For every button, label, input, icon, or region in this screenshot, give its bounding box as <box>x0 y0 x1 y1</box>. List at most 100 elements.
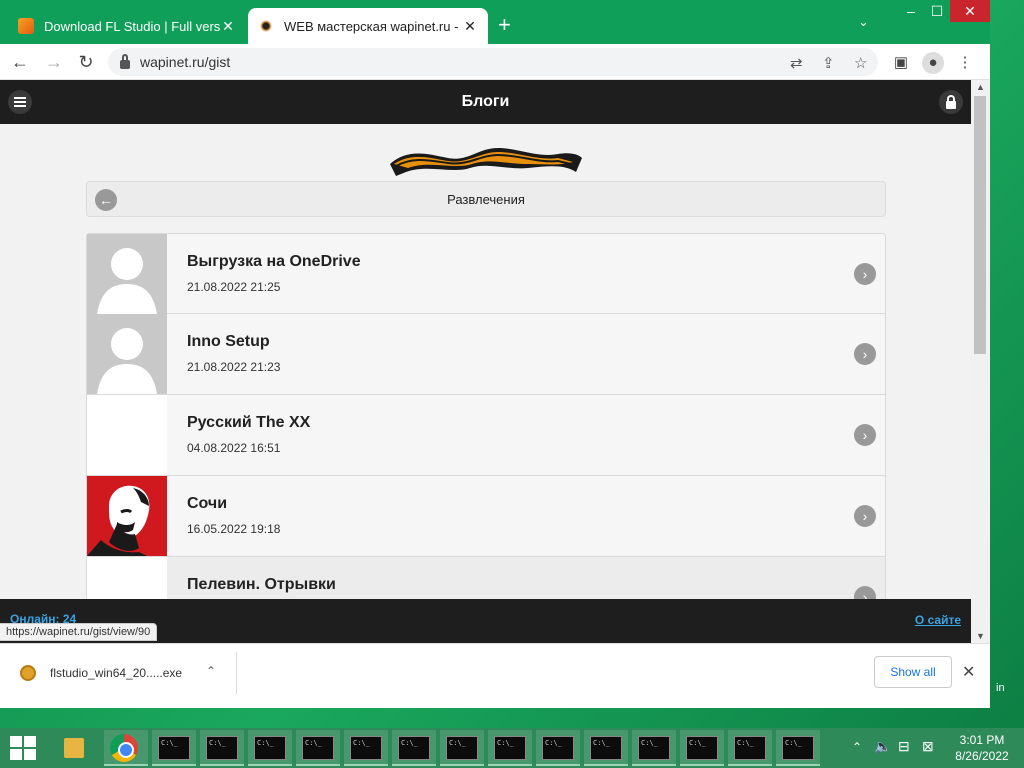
show-hidden-icons-chevron-icon[interactable]: ⌃ <box>852 740 862 768</box>
share-icon[interactable]: ⇪ <box>822 54 835 72</box>
clock-time: 3:01 PM <box>959 733 1005 747</box>
cmd-label: C:\_ <box>686 736 718 760</box>
page-scrollbar[interactable]: ▲ ▼ <box>971 80 990 643</box>
fl-studio-favicon-icon <box>18 18 34 34</box>
file-explorer-icon[interactable] <box>52 730 96 766</box>
chrome-taskbar-icon[interactable] <box>104 730 148 766</box>
clock-date: 8/26/2022 <box>955 749 1009 763</box>
scroll-down-icon[interactable]: ▼ <box>976 631 985 641</box>
scroll-thumb[interactable] <box>974 96 986 354</box>
cmd-window-icon[interactable]: C:\_ <box>392 730 436 766</box>
forward-arrow-icon[interactable]: → <box>42 50 66 74</box>
download-file-name[interactable]: flstudio_win64_20.....exe <box>50 666 182 680</box>
cmd-label: C:\_ <box>254 736 286 760</box>
st-george-ribbon-icon <box>390 148 582 176</box>
site-header: Блоги <box>0 80 971 124</box>
bookmark-star-icon[interactable]: ☆ <box>854 54 867 72</box>
post-title: Сочи <box>187 495 228 512</box>
wapinet-favicon-icon <box>258 18 274 34</box>
list-item[interactable]: Inno Setup 21.08.2022 21:23 › <box>86 314 886 395</box>
post-date: 21.08.2022 21:25 <box>187 280 281 294</box>
desktop-icon-label: in <box>996 682 1005 694</box>
scroll-up-icon[interactable]: ▲ <box>976 82 985 92</box>
cmd-label: C:\_ <box>734 736 766 760</box>
cmd-window-icon[interactable]: C:\_ <box>296 730 340 766</box>
tab-wapinet[interactable]: WEB мастерская wapinet.ru - Бл ✕ <box>248 8 488 44</box>
cmd-window-icon[interactable]: C:\_ <box>728 730 772 766</box>
cmd-window-icon[interactable]: C:\_ <box>440 730 484 766</box>
profile-avatar-icon[interactable]: ● <box>922 52 944 74</box>
side-panel-icon[interactable]: ▣ <box>890 52 912 74</box>
post-date: 21.08.2022 21:23 <box>187 360 281 374</box>
chevron-right-icon[interactable]: › <box>854 505 876 527</box>
post-title: Русский The XX <box>187 414 311 431</box>
download-bar: flstudio_win64_20.....exe ⌃ Show all ✕ <box>0 643 990 708</box>
cmd-label: C:\_ <box>542 736 574 760</box>
cmd-label: C:\_ <box>638 736 670 760</box>
cmd-window-icon[interactable]: C:\_ <box>680 730 724 766</box>
avatar <box>87 234 167 314</box>
taskbar-clock[interactable]: 3:01 PM 8/26/2022 <box>952 732 1012 764</box>
category-bar: ← Развлечения <box>86 181 886 217</box>
page-title: Блоги <box>461 93 510 110</box>
cmd-label: C:\_ <box>302 736 334 760</box>
installer-file-icon <box>20 665 36 681</box>
divider <box>236 652 237 694</box>
lenin-portrait-avatar <box>87 476 167 556</box>
maximize-button[interactable]: ☐ <box>922 0 952 22</box>
status-bar-url: https://wapinet.ru/gist/view/90 <box>0 623 158 641</box>
post-date: 04.08.2022 16:51 <box>187 441 281 455</box>
close-tab-icon[interactable]: ✕ <box>462 18 478 35</box>
category-title: Развлечения <box>447 192 525 207</box>
address-bar[interactable]: wapinet.ru/gist ⇄ ⇪ ☆ <box>108 48 878 76</box>
cmd-window-icon[interactable]: C:\_ <box>632 730 676 766</box>
cmd-label: C:\_ <box>206 736 238 760</box>
cmd-label: C:\_ <box>782 736 814 760</box>
post-title: Пелевин. Отрывки <box>187 576 336 593</box>
avatar <box>87 314 167 394</box>
chevron-right-icon[interactable]: › <box>854 343 876 365</box>
cmd-window-icon[interactable]: C:\_ <box>248 730 292 766</box>
url-text: wapinet.ru/gist <box>140 54 231 70</box>
tab-fl-studio[interactable]: Download FL Studio | Full versio ✕ <box>8 8 246 44</box>
cmd-window-icon[interactable]: C:\_ <box>584 730 628 766</box>
network-disconnected-icon[interactable]: ⊠ <box>922 738 934 768</box>
post-title: Inno Setup <box>187 333 270 350</box>
cmd-label: C:\_ <box>158 736 190 760</box>
chevron-right-icon[interactable]: › <box>854 424 876 446</box>
cmd-window-icon[interactable]: C:\_ <box>488 730 532 766</box>
chevron-right-icon[interactable]: › <box>854 263 876 285</box>
login-lock-icon[interactable] <box>939 90 963 114</box>
show-all-button[interactable]: Show all <box>874 656 952 688</box>
windows-start-icon[interactable] <box>10 736 38 760</box>
cmd-label: C:\_ <box>350 736 382 760</box>
close-tab-icon[interactable]: ✕ <box>220 18 236 35</box>
list-item[interactable]: Выгрузка на OneDrive 21.08.2022 21:25 › <box>86 233 886 314</box>
tab-search-chevron-icon[interactable]: ⌄ <box>858 14 869 30</box>
list-item[interactable]: Сочи 16.05.2022 19:18 › <box>86 476 886 557</box>
back-arrow-icon[interactable]: ← <box>8 50 32 74</box>
address-toolbar: ← → ↻ wapinet.ru/gist ⇄ ⇪ ☆ ▣ ● ⋮ <box>0 44 990 80</box>
about-link[interactable]: О сайте <box>915 613 961 627</box>
new-tab-button[interactable]: + <box>498 13 511 37</box>
cmd-label: C:\_ <box>398 736 430 760</box>
reload-icon[interactable]: ↻ <box>74 50 98 74</box>
translate-icon[interactable]: ⇄ <box>790 54 803 72</box>
close-window-button[interactable]: ✕ <box>950 0 990 22</box>
volume-muted-icon[interactable]: 🔈 <box>874 738 891 768</box>
cmd-window-icon[interactable]: C:\_ <box>200 730 244 766</box>
page-viewport: Блоги ← Развлечения Выгрузка на OneDrive… <box>0 80 971 643</box>
cmd-window-icon[interactable]: C:\_ <box>344 730 388 766</box>
close-download-bar-icon[interactable]: ✕ <box>962 662 975 682</box>
chevron-up-icon[interactable]: ⌃ <box>206 664 216 678</box>
cmd-window-icon[interactable]: C:\_ <box>776 730 820 766</box>
network-icon[interactable]: ⊟ <box>898 738 910 768</box>
lock-icon <box>120 53 130 69</box>
cmd-label: C:\_ <box>590 736 622 760</box>
cmd-window-icon[interactable]: C:\_ <box>152 730 196 766</box>
cmd-window-icon[interactable]: C:\_ <box>536 730 580 766</box>
post-title: Выгрузка на OneDrive <box>187 253 361 270</box>
list-item[interactable]: Русский The XX 04.08.2022 16:51 › <box>86 395 886 476</box>
menu-kebab-icon[interactable]: ⋮ <box>954 52 976 74</box>
post-list: Выгрузка на OneDrive 21.08.2022 21:25 › … <box>86 233 886 638</box>
